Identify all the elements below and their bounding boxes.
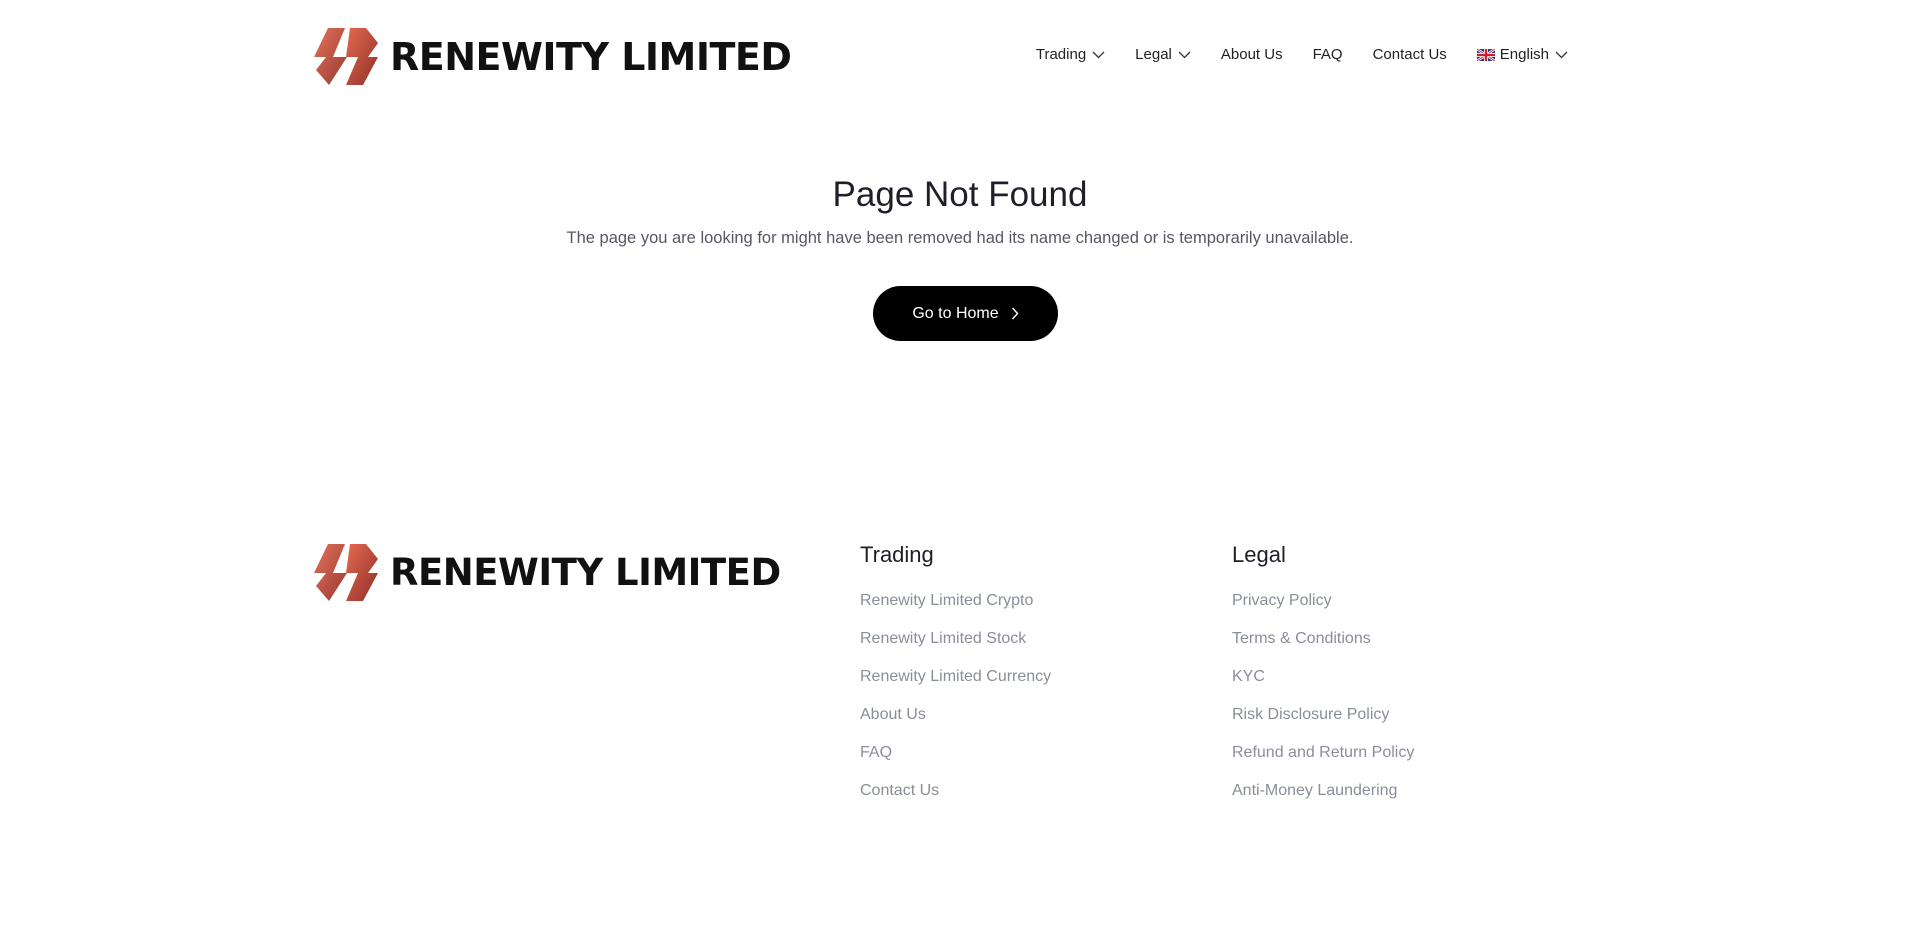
- nav-about-us-label: About Us: [1220, 46, 1283, 63]
- nav-contact-us-label: Contact Us: [1372, 46, 1447, 63]
- chevron-down-icon: [1178, 51, 1191, 58]
- nav-trading-label: Trading: [1035, 46, 1087, 63]
- page-title: Page Not Found: [832, 175, 1088, 214]
- footer-trading-column: Trading Renewity Limited Crypto Renewity…: [860, 542, 1051, 819]
- nav-faq[interactable]: FAQ: [1313, 46, 1343, 63]
- footer-link-risk-disclosure[interactable]: Risk Disclosure Policy: [1232, 705, 1414, 743]
- nav-faq-label: FAQ: [1312, 46, 1343, 63]
- language-selector[interactable]: English: [1476, 46, 1568, 63]
- nav-legal-label: Legal: [1135, 46, 1172, 63]
- uk-flag-icon: [1476, 48, 1495, 61]
- footer-legal-column: Legal Privacy Policy Terms & Conditions …: [1232, 542, 1414, 819]
- footer-link-refund-return[interactable]: Refund and Return Policy: [1232, 743, 1414, 781]
- site-header: RENEWITY LIMITED Trading Legal About Us …: [0, 0, 1920, 115]
- logo-bolt-icon: [314, 28, 378, 85]
- not-found-section: Page Not Found The page you are looking …: [0, 175, 1920, 341]
- chevron-right-icon: [1011, 307, 1019, 320]
- footer-link-currency[interactable]: Renewity Limited Currency: [860, 667, 1051, 705]
- footer-brand-name: RENEWITY LIMITED: [390, 551, 781, 594]
- footer-link-about-us[interactable]: About Us: [860, 705, 1051, 743]
- footer-logo[interactable]: RENEWITY LIMITED: [314, 544, 781, 601]
- not-found-description: The page you are looking for might have …: [566, 229, 1354, 247]
- footer-trading-heading: Trading: [860, 542, 934, 567]
- logo-bolt-icon: [314, 544, 378, 601]
- footer-link-faq[interactable]: FAQ: [860, 743, 1051, 781]
- go-to-home-label: Go to Home: [912, 304, 999, 322]
- footer-link-stock[interactable]: Renewity Limited Stock: [860, 629, 1051, 667]
- chevron-down-icon: [1555, 51, 1568, 58]
- footer-link-aml[interactable]: Anti-Money Laundering: [1232, 781, 1414, 819]
- nav-legal[interactable]: Legal: [1135, 46, 1191, 63]
- footer-link-privacy-policy[interactable]: Privacy Policy: [1232, 591, 1414, 629]
- footer-link-terms[interactable]: Terms & Conditions: [1232, 629, 1414, 667]
- chevron-down-icon: [1092, 51, 1105, 58]
- footer-link-crypto[interactable]: Renewity Limited Crypto: [860, 591, 1051, 629]
- language-label: English: [1499, 46, 1549, 63]
- footer-link-kyc[interactable]: KYC: [1232, 667, 1414, 705]
- nav-about-us[interactable]: About Us: [1221, 46, 1283, 63]
- brand-name: RENEWITY LIMITED: [390, 34, 792, 79]
- header-logo[interactable]: RENEWITY LIMITED: [314, 28, 792, 85]
- go-to-home-button[interactable]: Go to Home: [873, 286, 1058, 341]
- main-nav: Trading Legal About Us FAQ Contact Us En…: [1036, 46, 1568, 63]
- footer-legal-heading: Legal: [1232, 542, 1286, 567]
- nav-contact-us[interactable]: Contact Us: [1373, 46, 1447, 63]
- nav-trading[interactable]: Trading: [1036, 46, 1105, 63]
- footer-link-contact-us[interactable]: Contact Us: [860, 781, 1051, 819]
